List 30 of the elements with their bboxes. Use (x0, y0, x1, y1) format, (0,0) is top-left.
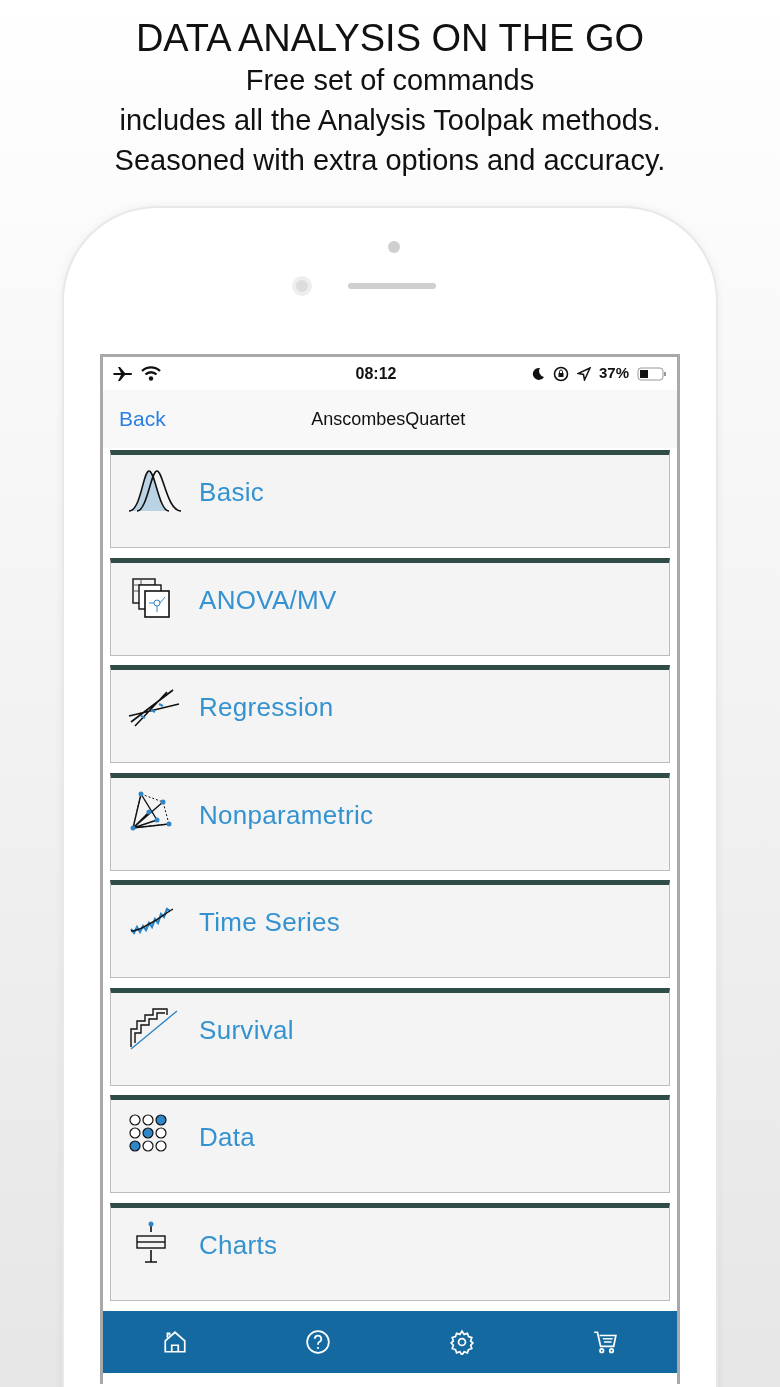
tagline-text: Seasoned with extra options and accuracy. (113, 143, 667, 178)
camera-lens (292, 276, 312, 296)
category-card[interactable]: Nonparametric (110, 772, 670, 871)
tab-button[interactable] (592, 1328, 619, 1355)
category-card[interactable]: Charts (110, 1202, 670, 1301)
headline: DATA ANALYSIS ON THE GO (134, 16, 646, 60)
moon-icon (530, 366, 545, 381)
battery-icon (637, 366, 667, 381)
tab-button[interactable] (448, 1328, 475, 1355)
category-card[interactable]: ANOVA/MV (110, 557, 670, 656)
location-arrow-icon (576, 366, 591, 381)
category-card[interactable]: Time Series (110, 880, 670, 978)
category-card[interactable]: Regression (110, 665, 670, 763)
screen-title: AnscombesQuartet (311, 408, 466, 429)
tagline-text: includes all the Analysis Toolpak methods. (118, 103, 662, 138)
category-card[interactable]: Basic (110, 450, 670, 548)
battery-percent: 37% (598, 363, 629, 384)
rotation-lock-icon (552, 365, 569, 382)
category-card[interactable]: Survival (110, 987, 670, 1086)
status-time: 08:12 (354, 363, 398, 384)
airplane-icon (113, 365, 133, 382)
back-link[interactable]: Back (119, 403, 166, 435)
tab-button[interactable] (305, 1328, 332, 1355)
cart-icon (592, 1328, 619, 1355)
category-card[interactable]: Data (110, 1095, 670, 1193)
settings-icon (448, 1328, 475, 1355)
wifi-icon (141, 366, 161, 381)
tagline-text: Free set of commands (244, 63, 536, 98)
sensor-dot (388, 241, 400, 253)
help-icon (305, 1328, 332, 1355)
